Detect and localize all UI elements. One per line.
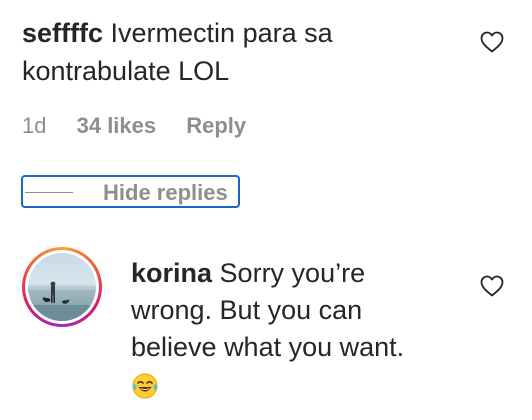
- comment-meta: 1d 34 likes Reply: [22, 111, 246, 141]
- hide-replies-label: Hide replies: [103, 180, 228, 205]
- reply-button[interactable]: Reply: [186, 111, 246, 141]
- reply-like-heart-icon[interactable]: [480, 275, 504, 297]
- like-heart-icon[interactable]: [480, 31, 504, 53]
- reply-username[interactable]: korina: [131, 258, 212, 288]
- comment-body: seffffc Ivermectin para sa kontrabulate …: [22, 14, 462, 90]
- reply-body: korina Sorry you’re wrong. But you can b…: [131, 255, 451, 403]
- avatar[interactable]: [22, 247, 102, 327]
- comments-thread: seffffc Ivermectin para sa kontrabulate …: [0, 0, 532, 420]
- comment-username[interactable]: seffffc: [22, 18, 103, 48]
- tears-of-joy-emoji: [131, 372, 159, 400]
- hide-replies-button[interactable]: Hide replies: [21, 175, 240, 208]
- replies-divider-line: [25, 192, 73, 193]
- avatar-photo: [28, 253, 96, 321]
- comment-time: 1d: [22, 113, 47, 138]
- comment-likes[interactable]: 34 likes: [77, 111, 157, 141]
